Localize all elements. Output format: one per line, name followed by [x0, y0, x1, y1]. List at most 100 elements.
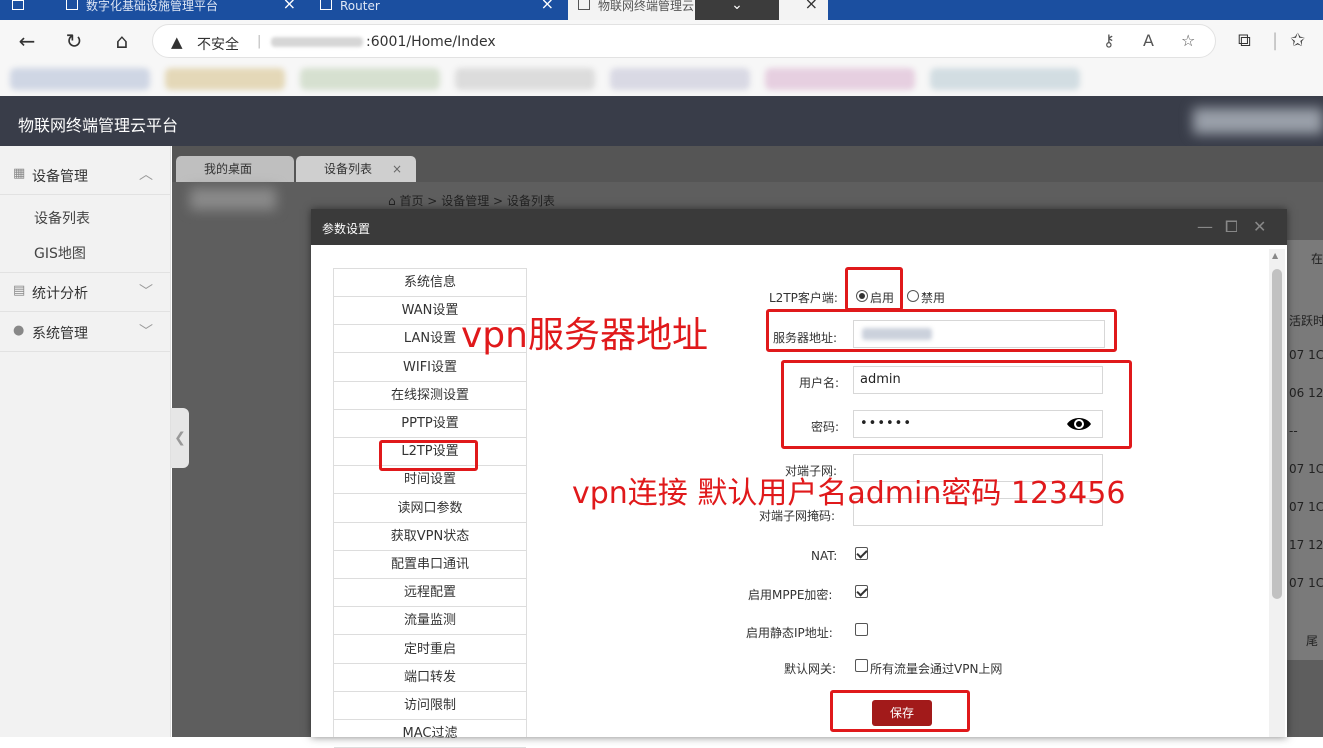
- back-button[interactable]: ←: [14, 28, 40, 54]
- l2tp-disable-radio[interactable]: [907, 290, 919, 302]
- tab-device-list[interactable]: 设备列表 ×: [296, 156, 416, 182]
- settings-menu-item[interactable]: 定时重启: [334, 636, 526, 664]
- settings-menu-item[interactable]: PPTP设置: [334, 410, 526, 438]
- browser-tab-title: 数字化基础设施管理平台: [86, 0, 219, 13]
- maximize-icon[interactable]: ⧠: [1225, 217, 1238, 237]
- tab-my-desktop[interactable]: 我的桌面: [176, 156, 294, 182]
- sidebar-group-label: 系统管理: [32, 326, 88, 342]
- annotation-box-enable: [845, 267, 903, 311]
- address-bar[interactable]: ▲ 不安全 | :6001/Home/Index ⚷ A ☆: [152, 24, 1216, 58]
- sidebar-item-gis-map[interactable]: GIS地图: [34, 243, 86, 263]
- tab-dropdown-button[interactable]: ⌄: [695, 0, 779, 20]
- table-cell: 17 12: [1289, 538, 1323, 552]
- divider: [0, 311, 170, 312]
- bookmark-item[interactable]: [10, 68, 150, 90]
- bookmark-item[interactable]: [765, 68, 915, 90]
- page-icon: [578, 0, 590, 10]
- close-icon[interactable]: ×: [541, 0, 554, 12]
- home-button[interactable]: ⌂: [109, 28, 135, 54]
- settings-menu-item[interactable]: 获取VPN状态: [334, 523, 526, 551]
- background-table-edge: [1287, 240, 1323, 660]
- extensions-icon[interactable]: ⧉: [1238, 30, 1251, 51]
- bookmark-item[interactable]: [300, 68, 440, 90]
- annotation-box-credentials: [781, 360, 1132, 449]
- dialog-title: 参数设置: [322, 222, 371, 236]
- mppe-checkbox[interactable]: [855, 585, 868, 598]
- default-gateway-text: 所有流量会通过VPN上网: [870, 662, 1003, 676]
- add-favorite-icon[interactable]: ☆: [1181, 31, 1195, 50]
- disable-label: 禁用: [921, 291, 946, 305]
- breadcrumb: ⌂ 首页 > 设备管理 > 设备列表: [388, 192, 555, 209]
- browser-sidebar-toggle[interactable]: [0, 0, 52, 20]
- bookmark-item[interactable]: [165, 68, 285, 90]
- settings-menu-item[interactable]: 流量监测: [334, 607, 526, 636]
- home-icon: ⌂: [388, 194, 396, 208]
- sidebar-item-device-list[interactable]: 设备列表: [34, 208, 90, 228]
- settings-menu-item[interactable]: 系统信息: [334, 269, 526, 297]
- minimize-icon[interactable]: —: [1197, 217, 1213, 236]
- default-gateway-label: 默认网关:: [784, 662, 837, 676]
- breadcrumb-home[interactable]: 首页: [399, 194, 423, 208]
- sidebar-collapse-handle[interactable]: ❮: [171, 408, 189, 468]
- browser-tab-1[interactable]: 数字化基础设施管理平台 ×: [56, 0, 306, 20]
- key-icon[interactable]: ⚷: [1103, 31, 1115, 50]
- security-status[interactable]: 不安全: [197, 34, 239, 54]
- browser-tab-strip: 数字化基础设施管理平台 × Router × 物联网终端管理云 × ⌄: [0, 0, 1323, 20]
- settings-menu-item[interactable]: 端口转发: [334, 664, 526, 692]
- close-icon[interactable]: ×: [392, 156, 402, 182]
- sidebar-group-system-management[interactable]: ● 系统管理 ﹀: [0, 313, 171, 351]
- settings-menu-item[interactable]: 访问限制: [334, 692, 526, 720]
- app-header: 物联网终端管理云平台: [0, 96, 1323, 146]
- settings-menu-item[interactable]: 远程配置: [334, 579, 526, 608]
- tab-label: 设备列表: [324, 162, 373, 176]
- default-gateway-checkbox[interactable]: [855, 659, 868, 672]
- favorites-icon[interactable]: ✩: [1290, 30, 1305, 51]
- browser-tab-2[interactable]: Router ×: [310, 0, 564, 20]
- breadcrumb-device-management[interactable]: 设备管理: [441, 194, 489, 208]
- breadcrumb-device-list: 设备列表: [506, 194, 555, 208]
- bookmark-item[interactable]: [455, 68, 595, 90]
- nat-checkbox[interactable]: [855, 547, 868, 560]
- read-aloud-icon[interactable]: A: [1143, 31, 1154, 50]
- table-cell: 07 1C: [1289, 500, 1323, 514]
- page-icon: [320, 0, 332, 10]
- static-ip-label: 启用静态IP地址:: [746, 626, 833, 640]
- bookmark-item[interactable]: [930, 68, 1080, 90]
- sidebar-group-device-management[interactable]: ▦ 设备管理 ︿: [0, 156, 171, 194]
- annotation-server-note: vpn服务器地址: [461, 315, 708, 356]
- close-icon[interactable]: ×: [283, 0, 296, 12]
- scrollbar-thumb[interactable]: [1272, 269, 1282, 599]
- device-icon: ▦: [13, 166, 26, 181]
- reload-icon: ↻: [65, 29, 83, 53]
- reload-button[interactable]: ↻: [61, 28, 87, 54]
- chevron-up-icon: ︿: [139, 167, 153, 183]
- dialog-scrollbar[interactable]: ▲: [1269, 249, 1285, 737]
- settings-menu-item[interactable]: 读网口参数: [334, 495, 526, 523]
- scroll-up-icon[interactable]: ▲: [1272, 251, 1278, 260]
- settings-menu-item[interactable]: MAC过滤: [334, 720, 526, 748]
- annotation-box-save: [830, 690, 970, 732]
- static-ip-checkbox[interactable]: [855, 623, 868, 636]
- close-icon[interactable]: ×: [805, 0, 818, 12]
- page-icon: [66, 0, 78, 10]
- annotation-box-server: [766, 309, 1117, 352]
- url-host-redacted: [271, 37, 363, 47]
- sidebar-group-label: 设备管理: [32, 169, 88, 185]
- close-icon[interactable]: ✕: [1253, 217, 1266, 236]
- panel-icon: [12, 0, 24, 10]
- settings-menu-item[interactable]: 在线探测设置: [334, 382, 526, 410]
- tab-label: 我的桌面: [204, 162, 253, 176]
- user-info-redacted[interactable]: [1193, 108, 1323, 134]
- browser-tab-title: 物联网终端管理云: [598, 0, 695, 13]
- pagination-fragment[interactable]: 尾: [1306, 632, 1318, 649]
- browser-tab-title: Router: [340, 0, 380, 13]
- nat-label: NAT:: [811, 549, 838, 563]
- chevron-down-icon: ﹀: [139, 324, 153, 340]
- sidebar-group-statistics[interactable]: ▤ 统计分析 ﹀: [0, 273, 171, 311]
- table-cell: --: [1289, 424, 1298, 438]
- user-icon: ●: [13, 323, 25, 338]
- bookmark-item[interactable]: [610, 68, 750, 90]
- url-text[interactable]: :6001/Home/Index: [366, 34, 496, 50]
- settings-menu-item[interactable]: 配置串口通讯: [334, 551, 526, 579]
- table-cell: 06 12: [1289, 386, 1323, 400]
